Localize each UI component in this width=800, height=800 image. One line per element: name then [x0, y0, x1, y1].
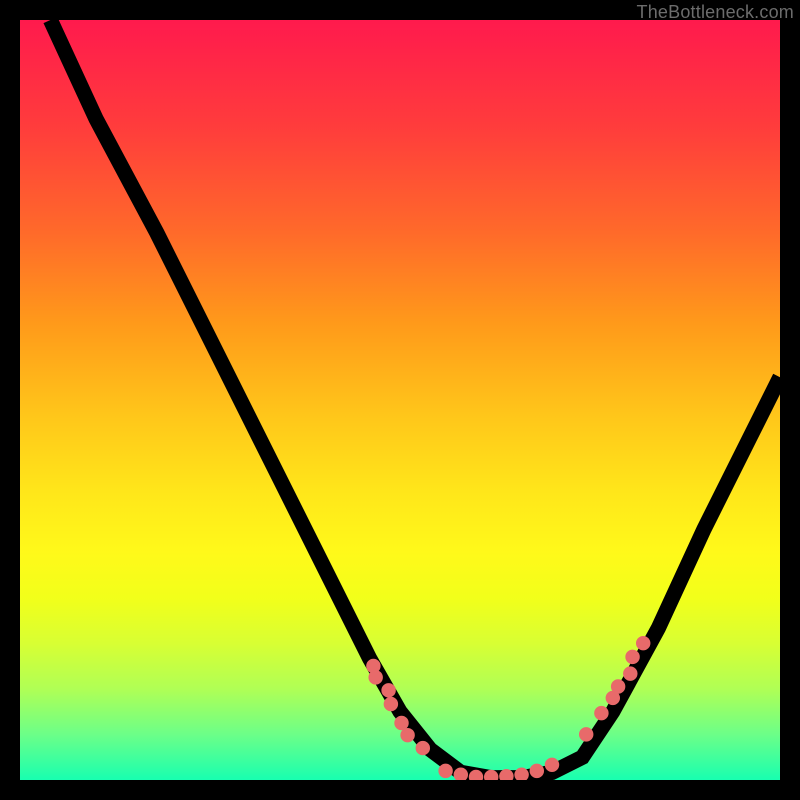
data-point — [611, 679, 625, 693]
data-point — [416, 741, 430, 755]
data-point — [530, 764, 544, 778]
attribution-text: TheBottleneck.com — [637, 2, 794, 23]
data-point — [438, 764, 452, 778]
data-point — [594, 706, 608, 720]
data-point — [545, 758, 559, 772]
data-point — [381, 683, 395, 697]
plot-area — [20, 20, 780, 780]
data-point — [579, 727, 593, 741]
data-point — [400, 728, 414, 742]
chart-frame: TheBottleneck.com — [0, 0, 800, 800]
data-point — [368, 670, 382, 684]
chart-svg — [20, 20, 780, 780]
data-point — [625, 650, 639, 664]
data-point — [384, 697, 398, 711]
data-point — [636, 636, 650, 650]
bottleneck-curve — [50, 20, 780, 778]
data-point — [623, 666, 637, 680]
